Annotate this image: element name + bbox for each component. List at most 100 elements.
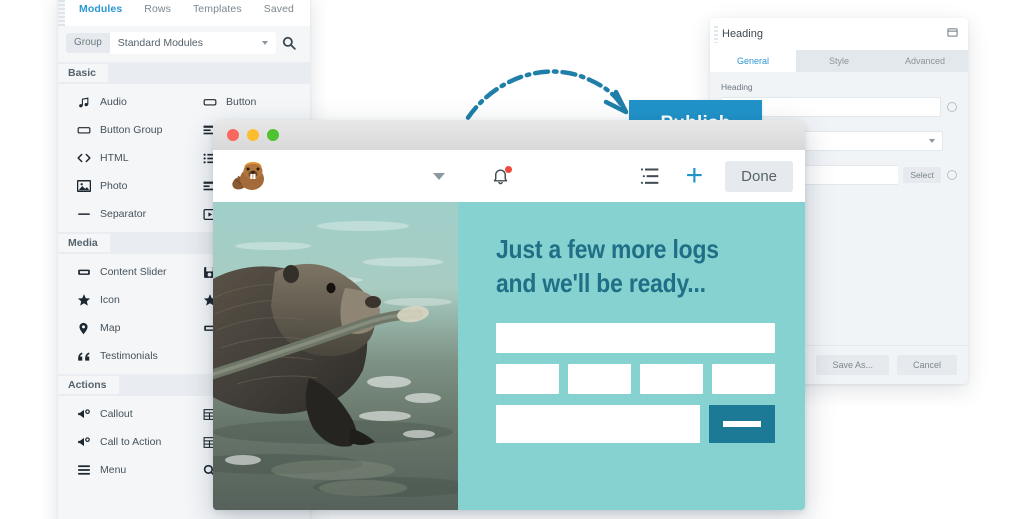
submit-bar-icon [723, 420, 761, 427]
code-icon [76, 151, 91, 165]
module-button[interactable]: Button [184, 88, 310, 116]
done-button[interactable]: Done [725, 160, 793, 192]
chevron-down-icon [262, 41, 268, 45]
chevron-down-icon [929, 139, 935, 143]
plus-icon[interactable]: + [686, 161, 704, 191]
section-media-label: Media [58, 233, 110, 253]
module-label: Testimonials [100, 350, 158, 362]
module-label: Map [100, 322, 121, 334]
window-icon[interactable] [947, 25, 958, 43]
photo-icon [76, 179, 91, 193]
group-select[interactable]: Standard Modules [109, 32, 276, 54]
tab-advanced[interactable]: Advanced [882, 50, 968, 72]
section-actions-label: Actions [58, 375, 119, 395]
search-icon[interactable] [276, 36, 302, 50]
settings-drag-handle[interactable] [714, 26, 718, 43]
music-note-icon [76, 96, 91, 109]
heading-field-label: Heading [721, 82, 753, 92]
module-label: Separator [100, 208, 147, 220]
map-pin-icon [76, 322, 91, 335]
module-callout[interactable]: Callout [58, 400, 184, 428]
module-html[interactable]: HTML [58, 144, 184, 172]
form-input-full[interactable] [496, 322, 775, 353]
tab-saved[interactable]: Saved [253, 0, 305, 26]
tab-rows[interactable]: Rows [133, 0, 182, 26]
settings-panel-title: Heading [722, 28, 763, 40]
button-group-icon [76, 123, 91, 137]
group-button[interactable]: Group [66, 33, 110, 53]
module-testimonials[interactable]: Testimonials [58, 342, 184, 370]
megaphone-icon [76, 435, 91, 449]
module-label: Callout [100, 408, 133, 420]
teal-content-panel: Just a few more logs and we'll be ready.… [458, 202, 805, 510]
separator-icon [76, 207, 91, 221]
module-label: Content Slider [100, 266, 167, 278]
form-row-1 [496, 322, 775, 353]
close-window-button[interactable] [227, 129, 239, 141]
modules-filter-row: Group Standard Modules [58, 26, 310, 60]
form-input-b[interactable] [568, 363, 631, 394]
module-label: Call to Action [100, 436, 162, 448]
beaver-photo [213, 202, 458, 510]
save-as-button[interactable]: Save As... [816, 355, 889, 375]
module-label: Photo [100, 180, 128, 192]
module-audio[interactable]: Audio [58, 88, 184, 116]
content-heading-line1: Just a few more logs [496, 234, 719, 264]
form-input-wide[interactable] [496, 404, 700, 443]
browser-titlebar [213, 120, 805, 150]
beaver-builder-logo[interactable] [229, 157, 273, 195]
module-label: Audio [100, 96, 127, 108]
cancel-button[interactable]: Cancel [896, 355, 957, 375]
module-icon[interactable]: Icon [58, 286, 184, 314]
section-basic-label: Basic [58, 63, 109, 83]
tab-templates[interactable]: Templates [182, 0, 253, 26]
maximize-window-button[interactable] [267, 129, 279, 141]
module-menu[interactable]: Menu [58, 456, 184, 484]
builder-toolbar: + Done [213, 150, 805, 202]
panel-drag-handle[interactable] [58, 0, 65, 28]
form-input-d[interactable] [712, 363, 775, 394]
form-submit-button[interactable] [709, 404, 775, 443]
form-input-c[interactable] [640, 363, 703, 394]
group-select-value: Standard Modules [117, 37, 204, 49]
link-field-indicator-icon[interactable] [947, 170, 957, 180]
settings-panel-header: Heading [710, 18, 968, 50]
module-call-to-action[interactable]: Call to Action [58, 428, 184, 456]
module-button-group[interactable]: Button Group [58, 116, 184, 144]
module-label: Button Group [100, 124, 163, 136]
form-row-3 [496, 404, 775, 443]
tab-general[interactable]: General [710, 50, 796, 72]
quote-icon [76, 349, 91, 363]
content-heading-line2: and we'll be ready... [496, 268, 706, 299]
module-content-slider[interactable]: Content Slider [58, 258, 184, 286]
form-row-2 [496, 363, 775, 394]
module-label: Button [226, 96, 257, 108]
form-input-a[interactable] [496, 363, 559, 394]
module-label: HTML [100, 152, 129, 164]
notification-badge [505, 165, 512, 173]
star-icon [76, 293, 91, 307]
section-basic: Basic [58, 62, 310, 84]
module-label: Icon [100, 294, 120, 306]
hamburger-icon [76, 463, 91, 477]
chevron-down-icon[interactable] [433, 172, 445, 180]
module-separator[interactable]: Separator [58, 200, 184, 228]
module-map[interactable]: Map [58, 314, 184, 342]
screenshot-stage: Modules Rows Templates Saved Group Stand… [0, 0, 1024, 519]
minimize-window-button[interactable] [247, 129, 259, 141]
select-button[interactable]: Select [903, 167, 941, 183]
browser-window: + Done Just a few more logs and we'll be… [213, 120, 805, 510]
button-icon [202, 95, 217, 109]
heading-field-indicator-icon[interactable] [947, 102, 957, 112]
outline-list-icon[interactable] [640, 166, 660, 186]
modules-panel-tabs: Modules Rows Templates Saved [58, 0, 310, 26]
page-content: Just a few more logs and we'll be ready.… [213, 202, 805, 510]
module-photo[interactable]: Photo [58, 172, 184, 200]
tab-modules[interactable]: Modules [68, 0, 133, 26]
tab-style[interactable]: Style [796, 50, 882, 72]
notification-bell-icon[interactable] [491, 165, 512, 186]
module-label: Menu [100, 464, 127, 476]
settings-panel-tabs: General Style Advanced [710, 50, 968, 72]
slider-icon [76, 265, 91, 279]
signup-form [496, 322, 775, 443]
